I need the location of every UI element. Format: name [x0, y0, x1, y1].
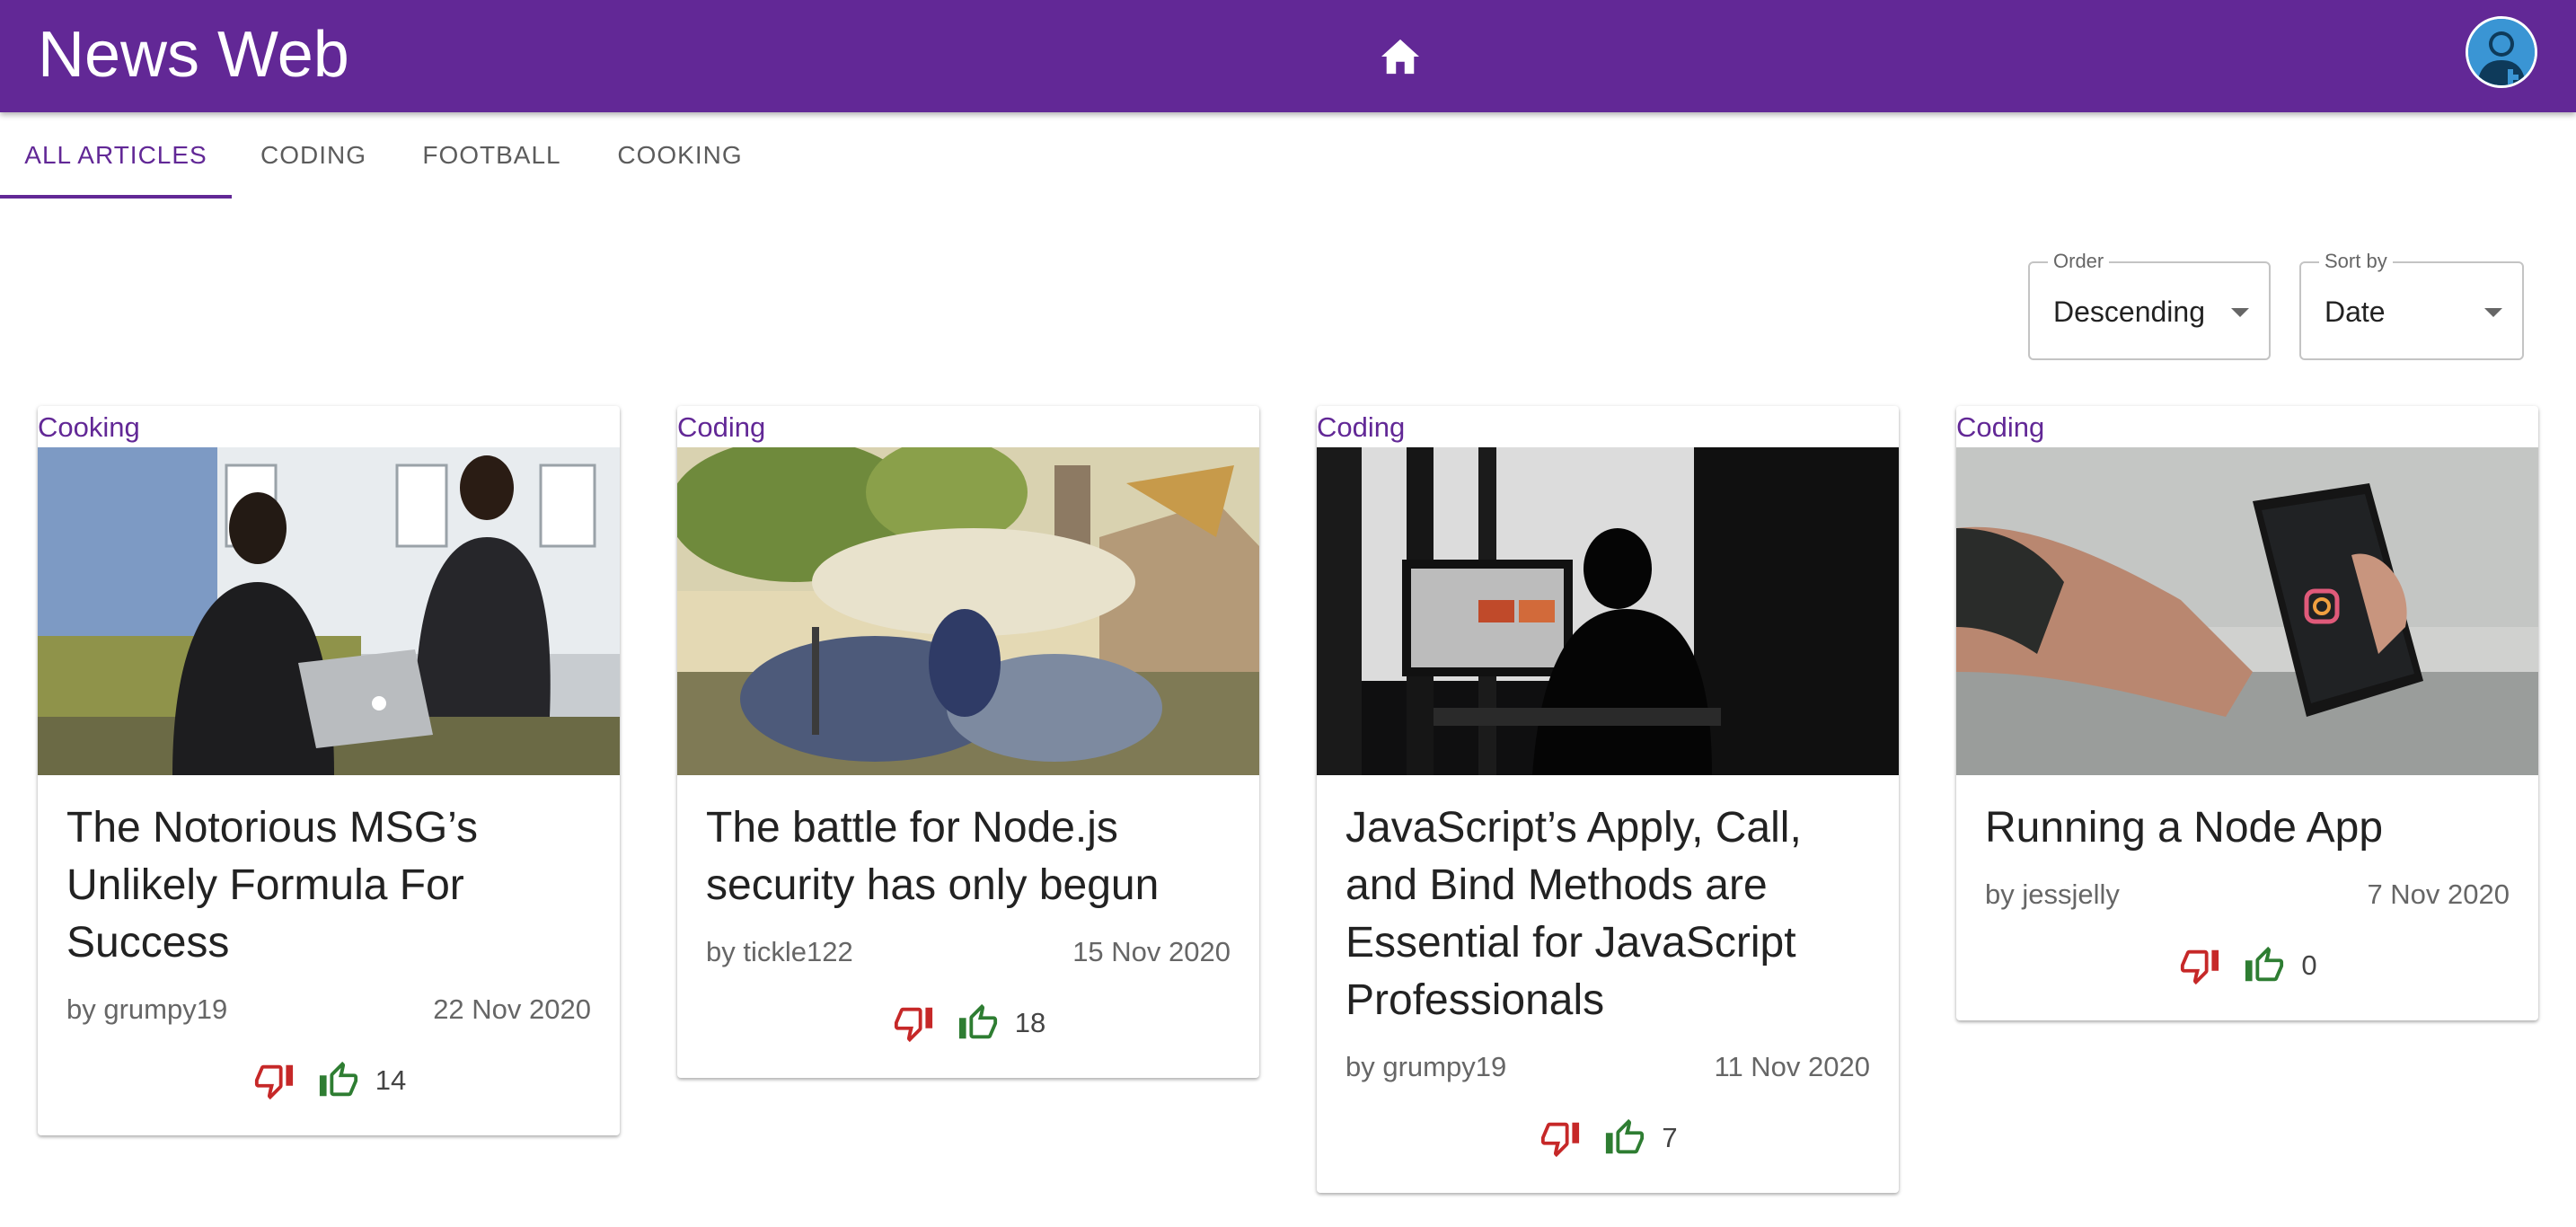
- order-select[interactable]: Order Descending: [2028, 249, 2271, 360]
- vote-count: 14: [375, 1064, 407, 1096]
- order-value: Descending: [2053, 296, 2205, 328]
- thumbs-down-icon: [2181, 949, 2219, 985]
- tab-cooking[interactable]: COOKING: [600, 112, 760, 199]
- upvote-button[interactable]: [316, 1058, 361, 1103]
- tab-coding[interactable]: CODING: [243, 112, 384, 199]
- article-card[interactable]: Cooking The Notorious MSG’s Unlikely For…: [38, 406, 620, 1135]
- article-title[interactable]: The battle for Node.js security has only…: [706, 799, 1245, 914]
- thumbs-up-icon: [319, 1061, 357, 1097]
- thumbs-down-icon: [254, 1064, 293, 1100]
- thumbs-up-icon: [2245, 946, 2284, 982]
- account-avatar-icon: [2468, 19, 2535, 85]
- article-card[interactable]: Coding JavaScript’s Apply, Call, and Bin…: [1317, 406, 1899, 1193]
- article-category-link[interactable]: Coding: [1317, 408, 1405, 447]
- vote-controls: 18: [677, 999, 1259, 1047]
- article-category-link[interactable]: Coding: [677, 408, 765, 447]
- home-button[interactable]: [1374, 31, 1426, 83]
- order-label: Order: [2048, 249, 2110, 274]
- article-image[interactable]: [677, 447, 1259, 775]
- sort-by-label: Sort by: [2319, 249, 2393, 274]
- article-author: by tickle122: [706, 936, 853, 967]
- home-icon: [1381, 39, 1419, 75]
- sort-by-value: Date: [2325, 296, 2386, 328]
- caret-down-icon: [2484, 308, 2502, 317]
- article-date: 15 Nov 2020: [1072, 936, 1231, 967]
- upvote-button[interactable]: [956, 1001, 1001, 1046]
- caret-down-icon: [2231, 308, 2249, 317]
- app-title: News Web: [38, 19, 349, 91]
- upvote-button[interactable]: [1602, 1116, 1647, 1161]
- article-image[interactable]: [1956, 447, 2538, 775]
- thumbs-up-icon: [958, 1003, 997, 1039]
- article-card[interactable]: Coding Running a Node App by jessjelly 7…: [1956, 406, 2538, 1020]
- article-author: by grumpy19: [1345, 1051, 1507, 1082]
- article-category-link[interactable]: Coding: [1956, 408, 2044, 447]
- downvote-button[interactable]: [891, 1001, 936, 1046]
- article-date: 22 Nov 2020: [433, 993, 591, 1025]
- downvote-button[interactable]: [1538, 1116, 1583, 1161]
- article-date: 11 Nov 2020: [1714, 1051, 1871, 1082]
- app-bar: News Web: [0, 0, 2576, 112]
- thumbs-down-icon: [1541, 1122, 1580, 1158]
- user-avatar[interactable]: [2466, 16, 2537, 88]
- article-card[interactable]: Coding The battle for Node.js security h…: [677, 406, 1259, 1078]
- active-tab-indicator: [0, 195, 232, 199]
- vote-controls: 7: [1317, 1114, 1899, 1162]
- article-image[interactable]: [1317, 447, 1899, 775]
- article-author: by jessjelly: [1985, 878, 2120, 910]
- thumbs-up-icon: [1606, 1118, 1645, 1154]
- article-date: 7 Nov 2020: [2367, 878, 2510, 910]
- article-author: by grumpy19: [66, 993, 228, 1025]
- article-image[interactable]: [38, 447, 620, 775]
- article-category-link[interactable]: Cooking: [38, 408, 140, 447]
- upvote-button[interactable]: [2242, 943, 2287, 988]
- article-title[interactable]: JavaScript’s Apply, Call, and Bind Metho…: [1345, 799, 1884, 1029]
- thumbs-down-icon: [894, 1007, 932, 1043]
- downvote-button[interactable]: [251, 1058, 296, 1103]
- article-title[interactable]: The Notorious MSG’s Unlikely Formula For…: [66, 799, 605, 972]
- vote-controls: 0: [1956, 941, 2538, 990]
- sort-by-select[interactable]: Sort by Date: [2299, 249, 2524, 360]
- vote-count: 18: [1014, 1007, 1046, 1038]
- category-tabs: ALL ARTICLES CODING FOOTBALL COOKING: [0, 112, 2576, 199]
- vote-count: 7: [1662, 1122, 1678, 1153]
- article-title[interactable]: Running a Node App: [1985, 799, 2524, 857]
- downvote-button[interactable]: [2177, 943, 2222, 988]
- tab-all-articles[interactable]: ALL ARTICLES: [0, 112, 232, 199]
- vote-count: 0: [2301, 949, 2317, 981]
- tab-football[interactable]: FOOTBALL: [409, 112, 575, 199]
- vote-controls: 14: [38, 1056, 620, 1105]
